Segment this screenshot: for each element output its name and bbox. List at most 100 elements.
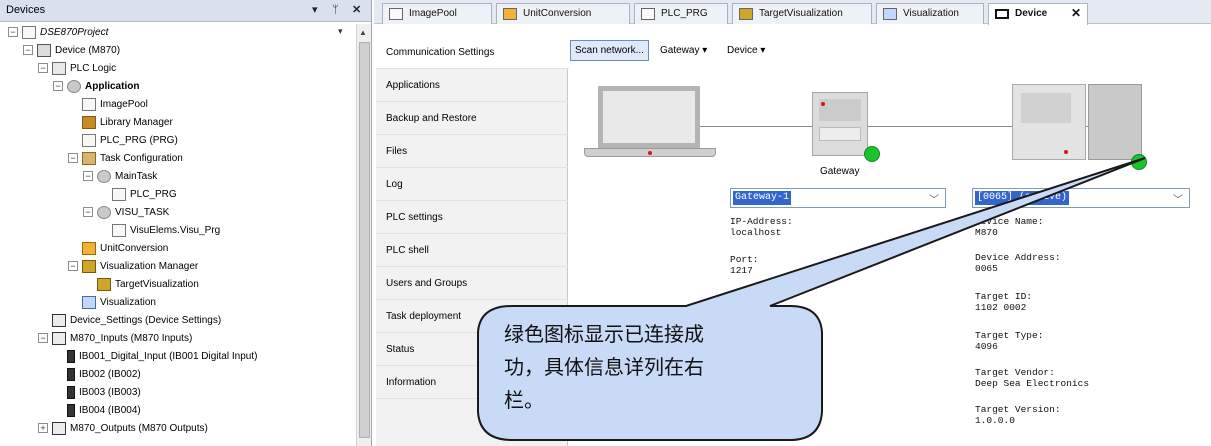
collapse-icon[interactable]: − [68,153,78,164]
io-icon [67,403,75,417]
tree-item-label: Application [85,81,140,92]
chevron-down-icon[interactable]: ﹀ [1173,191,1183,206]
tab-label: UnitConversion [523,8,592,19]
tree-item-label: IB004 (IB004) [79,405,141,416]
tree-options-dropdown-icon[interactable]: ▾ [338,26,343,37]
tree-item[interactable]: Visualization [68,294,156,312]
doc-icon [112,187,126,201]
close-panel-icon[interactable]: ✕ [352,3,361,17]
tree-item-label: Device (M870) [55,45,121,56]
tree-item-label: PLC_PRG [130,189,177,200]
tree-item[interactable]: − Device (M870) [23,42,120,60]
tree-item[interactable]: − Visualization Manager [68,258,198,276]
tab-unitconversion[interactable]: UnitConversion [496,3,630,24]
gateway-panel [819,99,861,121]
laptop-screen [598,86,700,148]
tab-device[interactable]: Device ✕ [988,3,1088,25]
tree-item[interactable]: VisuElems.Visu_Prg [98,222,220,240]
callout-text: 绿色图标显示已连接成 功，具体信息详列在右 栏。 [504,318,804,417]
device-body [1012,84,1086,160]
tab-label: Visualization [903,8,959,19]
imagepool-icon [389,8,403,20]
tree-item[interactable]: PLC_PRG [98,186,177,204]
tree-item[interactable]: − PLC Logic [38,60,116,78]
tree-item[interactable]: Library Manager [68,114,173,132]
pin-icon[interactable]: ᛘ [332,3,339,17]
collapse-icon[interactable]: − [83,207,93,218]
visumgr-icon [82,259,96,273]
device-icon [995,9,1009,19]
tree-item-label: IB003 (IB003) [79,387,141,398]
tab-imagepool[interactable]: ImagePool [382,3,492,24]
chip-icon [52,331,66,345]
tree-item[interactable]: PLC_PRG (PRG) [68,132,178,150]
tab-plc-prg[interactable]: PLC_PRG [634,3,728,24]
doc-icon [82,97,96,111]
collapse-icon[interactable]: − [83,171,93,182]
collapse-icon[interactable]: − [38,63,48,74]
gateway-menu-dropdown[interactable]: Gateway ▾ [660,40,707,61]
collapse-icon[interactable]: − [68,261,78,272]
panel-menu-dropdown-icon[interactable]: ▾ [312,3,318,17]
folder-icon [52,61,66,75]
nav-item-backup-and-restore[interactable]: Backup and Restore [376,102,568,135]
unit-icon [82,241,96,255]
collapse-icon[interactable]: − [23,45,33,56]
tree-item[interactable]: ImagePool [68,96,148,114]
tree-item[interactable]: − Application [53,78,139,96]
tree-scrollbar[interactable]: ▲ [356,24,371,446]
tree-item-label: Task Configuration [100,153,183,164]
computer-icon [584,86,716,160]
tree-item[interactable]: IB003 (IB003) [53,384,141,402]
unitconversion-icon [503,8,517,20]
collapse-icon[interactable]: − [53,81,63,92]
tree-item[interactable]: − DSE870Project [8,24,108,42]
tab-visualization[interactable]: Visualization [876,3,984,24]
chip-icon [52,421,66,435]
expand-icon[interactable]: + [38,423,48,434]
tab-targetvisualization[interactable]: TargetVisualization [732,3,872,24]
tree-item[interactable]: IB002 (IB002) [53,366,141,384]
gear-icon [67,79,81,93]
nav-item-communication-settings[interactable]: Communication Settings [376,36,569,69]
collapse-icon[interactable]: − [8,27,18,38]
visu-icon [82,295,96,309]
tree-item-label: TargetVisualization [115,279,199,290]
tree-item[interactable]: TargetVisualization [83,276,199,294]
chip-icon [52,313,66,327]
gear-icon [97,205,111,219]
devices-panel-header: Devices ▾ ᛘ ✕ [0,0,371,22]
io-icon [67,367,75,381]
tree-item[interactable]: − VISU_TASK [83,204,169,222]
tree-item[interactable]: Device_Settings (Device Settings) [38,312,221,330]
collapse-icon[interactable]: − [38,333,48,344]
close-tab-icon[interactable]: ✕ [1071,4,1081,23]
scroll-up-arrow-icon[interactable]: ▲ [359,28,367,37]
tab-label: Device [1015,8,1048,19]
tree-scrollbar-thumb[interactable] [359,42,370,438]
tree-item[interactable]: IB001_Digital_Input (IB001 Digital Input… [53,348,257,366]
tree-item-label: Visualization [100,297,156,308]
nav-item-applications[interactable]: Applications [376,69,568,102]
tree-item[interactable]: − MainTask [83,168,157,186]
task-icon [82,151,96,165]
tree-item[interactable]: + M870_Outputs (M870 Outputs) [38,420,208,438]
visualization-icon [883,8,897,20]
callout-line: 功，具体信息详列在右 [504,355,704,379]
tree-item-label: IB001_Digital_Input (IB001 Digital Input… [79,351,258,362]
tree-item[interactable]: − M870_Inputs (M870 Inputs) [38,330,192,348]
gateway-ports [819,127,861,141]
tree-item-label: IB002 (IB002) [79,369,141,380]
devices-panel: Devices ▾ ᛘ ✕ − DSE870Project − Device (M87… [0,0,372,446]
devices-panel-title: Devices [6,4,46,16]
tree-item-label: DSE870Project [40,27,109,38]
tree-item-label: MainTask [115,171,158,182]
visumgr-icon [97,277,111,291]
scan-network-button[interactable]: Scan network... [570,40,649,61]
lib-icon [82,115,96,129]
io-icon [67,385,75,399]
tree-item[interactable]: − Task Configuration [68,150,183,168]
tree-item[interactable]: UnitConversion [68,240,168,258]
device-menu-dropdown[interactable]: Device ▾ [727,40,765,61]
tree-item[interactable]: IB004 (IB004) [53,402,141,420]
